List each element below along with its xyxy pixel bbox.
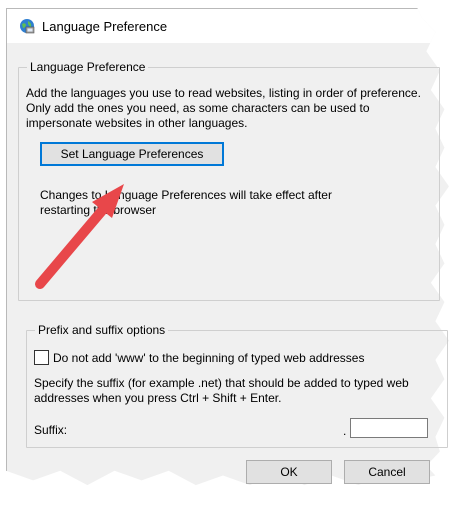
- www-option-row[interactable]: Do not add 'www' to the beginning of typ…: [34, 350, 364, 365]
- restart-note: Changes to Language Preferences will tak…: [40, 188, 332, 217]
- www-checkbox-label[interactable]: Do not add 'www' to the beginning of typ…: [53, 351, 364, 365]
- suffix-input[interactable]: [350, 418, 428, 438]
- suffix-description: Specify the suffix (for example .net) th…: [34, 376, 409, 405]
- title-bar: Language Preference: [7, 9, 449, 43]
- www-checkbox[interactable]: [34, 350, 49, 365]
- internet-options-icon: [20, 19, 35, 34]
- suffix-dot: .: [343, 424, 347, 438]
- prefix-group-legend: Prefix and suffix options: [35, 323, 169, 337]
- suffix-label: Suffix:: [34, 423, 68, 437]
- language-group-legend: Language Preference: [27, 60, 149, 74]
- ok-button[interactable]: OK: [246, 460, 332, 484]
- language-description: Add the languages you use to read websit…: [26, 86, 421, 130]
- set-language-preferences-button[interactable]: Set Language Preferences: [40, 142, 224, 166]
- cancel-button[interactable]: Cancel: [344, 460, 430, 484]
- window-title: Language Preference: [42, 18, 168, 34]
